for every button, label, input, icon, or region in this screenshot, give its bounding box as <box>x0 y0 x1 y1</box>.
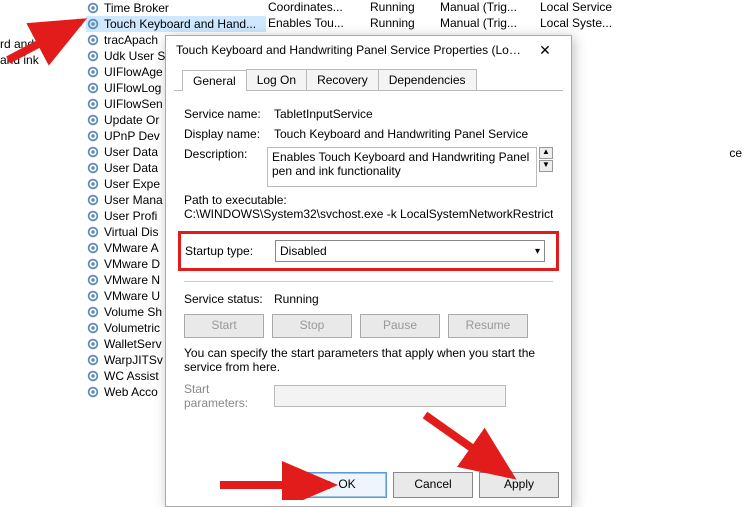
gear-icon <box>86 81 100 95</box>
service-name: tracApach <box>104 33 158 47</box>
description-value: Enables Touch Keyboard and Handwriting P… <box>267 147 537 187</box>
cropped-text-fragment: rd and and ink <box>0 36 39 68</box>
description-scroll[interactable]: ▲▼ <box>539 147 553 187</box>
gear-icon <box>86 177 100 191</box>
service-name-label: Service name: <box>184 107 274 121</box>
dialog-title: Touch Keyboard and Handwriting Panel Ser… <box>176 43 525 57</box>
service-name: User Mana <box>104 193 163 207</box>
service-name: User Profi <box>104 209 157 223</box>
service-row[interactable]: Time Broker <box>86 0 266 16</box>
startup-type-label: Startup type: <box>185 244 275 258</box>
tab-dependencies[interactable]: Dependencies <box>378 69 477 90</box>
gear-icon <box>86 145 100 159</box>
service-name: UIFlowAge <box>104 65 163 79</box>
tabstrip: GeneralLog OnRecoveryDependencies <box>174 68 563 91</box>
services-columns: Coordinates... Running Manual (Trig... L… <box>268 0 612 32</box>
gear-icon <box>86 113 100 127</box>
gear-icon <box>86 161 100 175</box>
path-value: C:\WINDOWS\System32\svchost.exe -k Local… <box>184 207 553 221</box>
tab-general[interactable]: General <box>182 70 247 91</box>
pause-button: Pause <box>360 314 440 338</box>
startup-type-select[interactable]: Disabled ▾ <box>275 240 545 262</box>
gear-icon <box>86 33 100 47</box>
service-name: Volume Sh <box>104 305 162 319</box>
close-button[interactable]: ✕ <box>525 39 565 61</box>
display-name-label: Display name: <box>184 127 274 141</box>
gear-icon <box>86 193 100 207</box>
service-name: UIFlowSen <box>104 97 163 111</box>
tab-recovery[interactable]: Recovery <box>306 69 379 90</box>
service-name: VMware N <box>104 273 160 287</box>
titlebar[interactable]: Touch Keyboard and Handwriting Panel Ser… <box>166 36 571 64</box>
gear-icon <box>86 225 100 239</box>
gear-icon <box>86 209 100 223</box>
service-name: User Expe <box>104 177 160 191</box>
gear-icon <box>86 97 100 111</box>
service-name: Web Acco <box>104 385 158 399</box>
service-name: User Data <box>104 145 158 159</box>
start-params-label: Start parameters: <box>184 382 274 410</box>
gear-icon <box>86 129 100 143</box>
gear-icon <box>86 17 100 31</box>
gear-icon <box>86 273 100 287</box>
service-name: Udk User S <box>104 49 165 63</box>
service-name: UIFlowLog <box>104 81 161 95</box>
service-name: WalletServ <box>104 337 162 351</box>
service-name: User Data <box>104 161 158 175</box>
path-label: Path to executable: <box>184 193 553 207</box>
gear-icon <box>86 321 100 335</box>
start-params-hint: You can specify the start parameters tha… <box>184 346 553 374</box>
apply-button[interactable]: Apply <box>479 472 559 498</box>
service-name: VMware U <box>104 289 160 303</box>
start-button: Start <box>184 314 264 338</box>
service-status-value: Running <box>274 292 319 306</box>
service-name: WarpJITSv <box>104 353 163 367</box>
ok-button[interactable]: OK <box>307 472 387 498</box>
service-properties-dialog: Touch Keyboard and Handwriting Panel Ser… <box>165 35 572 507</box>
chevron-down-icon: ▾ <box>535 246 540 257</box>
display-name-value: Touch Keyboard and Handwriting Panel Ser… <box>274 127 553 141</box>
gear-icon <box>86 305 100 319</box>
divider <box>184 281 553 282</box>
tab-log-on[interactable]: Log On <box>246 69 307 90</box>
gear-icon <box>86 257 100 271</box>
service-status-label: Service status: <box>184 292 274 306</box>
gear-icon <box>86 1 100 15</box>
gear-icon <box>86 241 100 255</box>
truncated-ce: ce <box>729 146 742 160</box>
service-name: WC Assist <box>104 369 159 383</box>
service-name: VMware D <box>104 257 160 271</box>
service-name: Virtual Dis <box>104 225 158 239</box>
description-label: Description: <box>184 147 267 161</box>
highlight-startup-type: Startup type: Disabled ▾ <box>178 231 559 271</box>
service-name: Time Broker <box>104 1 169 15</box>
gear-icon <box>86 385 100 399</box>
start-params-input <box>274 385 506 407</box>
service-name-value: TabletInputService <box>274 107 553 121</box>
gear-icon <box>86 65 100 79</box>
gear-icon <box>86 289 100 303</box>
gear-icon <box>86 369 100 383</box>
gear-icon <box>86 49 100 63</box>
startup-type-value: Disabled <box>280 244 327 258</box>
service-name: UPnP Dev <box>104 129 160 143</box>
resume-button: Resume <box>448 314 528 338</box>
service-name: VMware A <box>104 241 159 255</box>
service-name: Volumetric <box>104 321 160 335</box>
service-name: Touch Keyboard and Hand... <box>104 17 256 31</box>
gear-icon <box>86 353 100 367</box>
service-name: Update Or <box>104 113 159 127</box>
stop-button: Stop <box>272 314 352 338</box>
cancel-button[interactable]: Cancel <box>393 472 473 498</box>
gear-icon <box>86 337 100 351</box>
service-row[interactable]: Touch Keyboard and Hand... <box>86 16 266 32</box>
